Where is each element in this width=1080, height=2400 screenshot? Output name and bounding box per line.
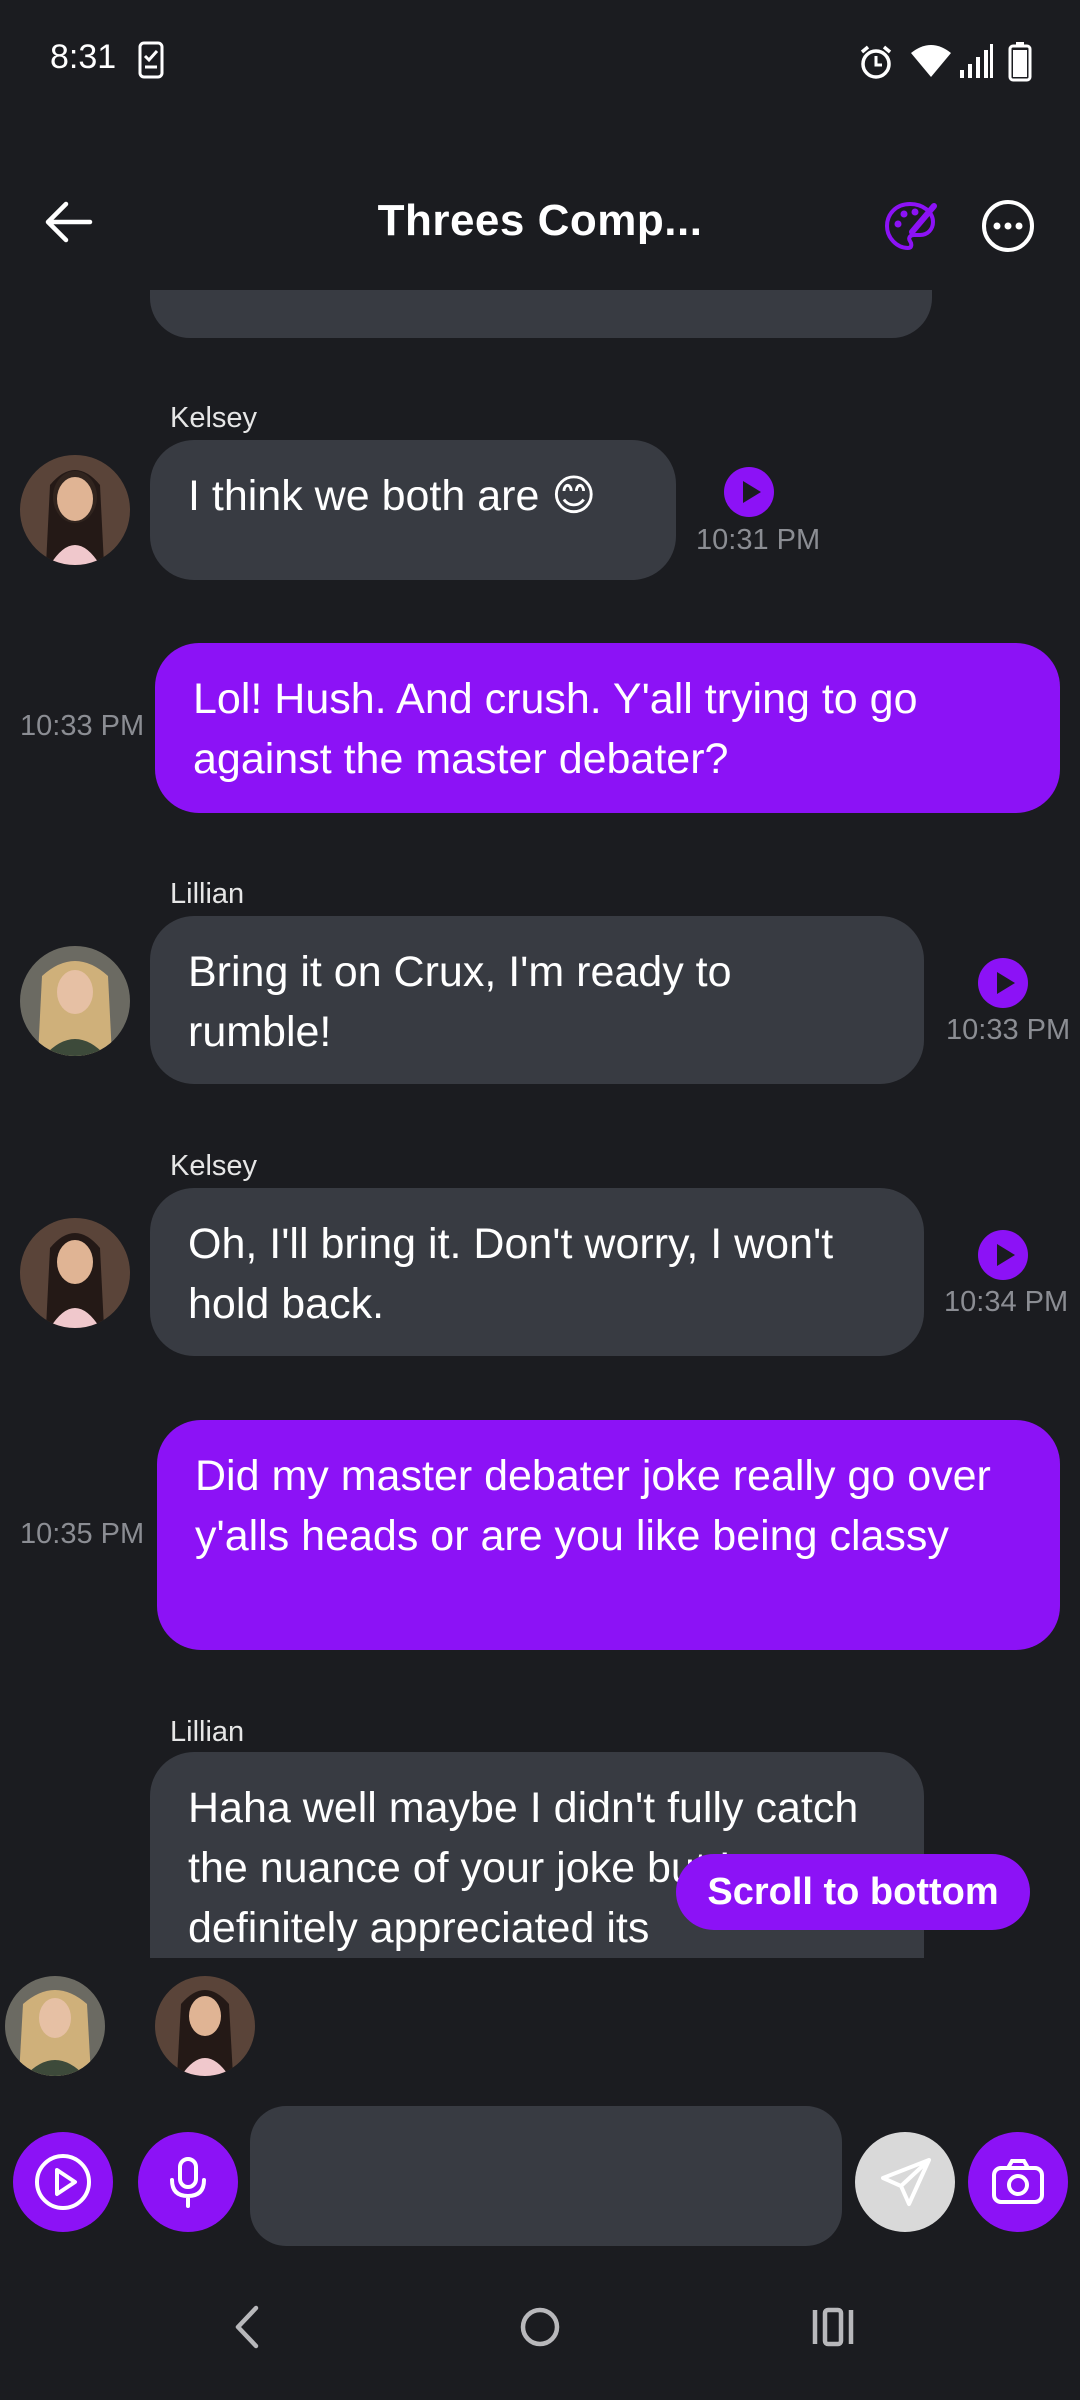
- camera-button[interactable]: [968, 2132, 1068, 2232]
- send-button[interactable]: [855, 2132, 955, 2232]
- wifi-icon: [911, 45, 951, 77]
- alarm-icon: [860, 45, 892, 79]
- play-circle-icon: [35, 2154, 91, 2210]
- participant-avatar-kelsey[interactable]: [155, 1976, 255, 2076]
- message-text: I think we both are 😊: [188, 472, 597, 520]
- previous-message-bubble: [150, 290, 932, 338]
- participant-avatar-lillian[interactable]: [5, 1976, 105, 2076]
- avatar[interactable]: [20, 946, 130, 1056]
- message-input[interactable]: [250, 2106, 842, 2246]
- message-bubble[interactable]: Bring it on Crux, I'm ready to rumble!: [150, 916, 924, 1084]
- play-audio-button[interactable]: [724, 467, 774, 517]
- message-bubble[interactable]: Lol! Hush. And crush. Y'all trying to go…: [155, 643, 1060, 813]
- message-text: Bring it on Crux, I'm ready to rumble!: [188, 948, 732, 1056]
- play-audio-button[interactable]: [978, 1230, 1028, 1280]
- sender-name: Lillian: [170, 1716, 245, 1748]
- message-time: 10:35 PM: [20, 1518, 145, 1550]
- battery-icon: [1008, 42, 1032, 82]
- message-bubble[interactable]: Oh, I'll bring it. Don't worry, I won't …: [150, 1188, 924, 1356]
- message-text: Oh, I'll bring it. Don't worry, I won't …: [188, 1220, 834, 1328]
- microphone-button[interactable]: [138, 2132, 238, 2232]
- palette-icon[interactable]: [882, 198, 938, 254]
- sender-name: Lillian: [170, 878, 245, 910]
- message-bubble[interactable]: Did my master debater joke really go ove…: [157, 1420, 1060, 1650]
- signal-icon: [960, 44, 993, 78]
- message-time: 10:33 PM: [20, 710, 145, 742]
- message-time: 10:33 PM: [946, 1014, 1071, 1046]
- scroll-to-bottom-button[interactable]: Scroll to bottom: [676, 1854, 1030, 1930]
- avatar[interactable]: [20, 455, 130, 565]
- play-audio-button[interactable]: [978, 958, 1028, 1008]
- message-time: 10:34 PM: [944, 1286, 1069, 1318]
- message-bubble[interactable]: I think we both are 😊: [150, 440, 676, 580]
- nav-home-icon[interactable]: [518, 2302, 562, 2352]
- play-voice-button[interactable]: [13, 2132, 113, 2232]
- clipboard-icon: [138, 41, 164, 79]
- send-icon: [881, 2158, 931, 2206]
- message-time: 10:31 PM: [696, 524, 821, 556]
- message-text: Lol! Hush. And crush. Y'all trying to go…: [193, 675, 918, 783]
- avatar[interactable]: [20, 1218, 130, 1328]
- message-text: Did my master debater joke really go ove…: [195, 1452, 991, 1560]
- nav-recents-icon[interactable]: [810, 2302, 856, 2352]
- status-time: 8:31: [50, 38, 117, 76]
- sender-name: Kelsey: [170, 1150, 258, 1182]
- sender-name: Kelsey: [170, 402, 258, 434]
- microphone-icon: [170, 2157, 206, 2208]
- camera-icon: [992, 2159, 1044, 2204]
- nav-back-icon[interactable]: [226, 2302, 266, 2352]
- more-options-icon[interactable]: [980, 198, 1036, 254]
